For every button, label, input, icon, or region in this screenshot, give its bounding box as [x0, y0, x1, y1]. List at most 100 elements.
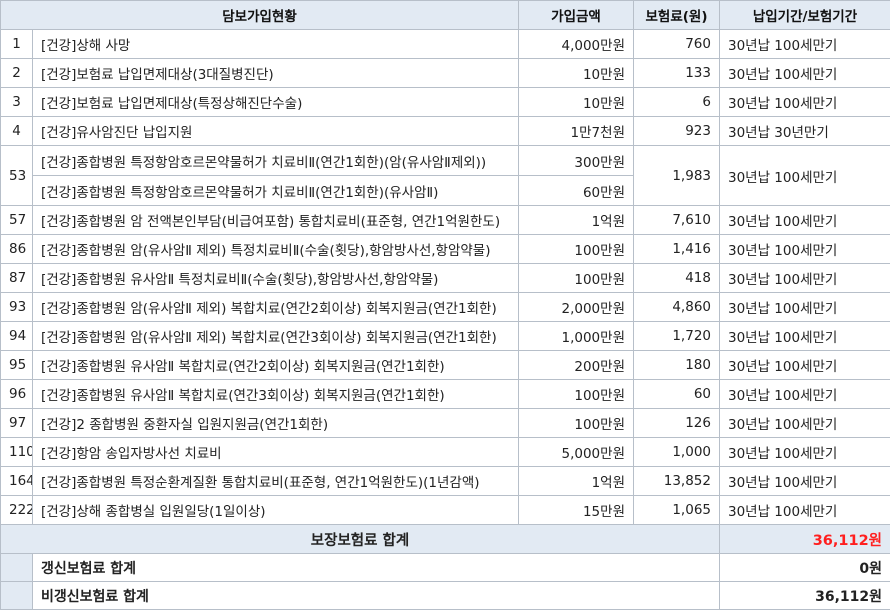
row-number: 222 — [1, 496, 33, 525]
coverage-period: 30년납 100세만기 — [720, 322, 890, 351]
table-row: 97 [건강]2 종합병원 중환자실 입원지원금(연간1회한) 100만원 12… — [1, 409, 890, 438]
row-number: 164 — [1, 467, 33, 496]
coverage-name: [건강]보험료 납입면제대상(3대질병진단) — [33, 59, 519, 88]
table-header-row: 담보가입현황 가입금액 보험료(원) 납입기간/보험기간 — [1, 1, 890, 30]
table-row: 110 [건강]항암 송입자방사선 치료비 5,000만원 1,000 30년납… — [1, 438, 890, 467]
header-premium: 보험료(원) — [634, 1, 720, 30]
renewal-total-label: 갱신보험료 합계 — [33, 554, 720, 582]
coverage-premium: 4,860 — [634, 293, 720, 322]
table-row: 1 [건강]상해 사망 4,000만원 760 30년납 100세만기 — [1, 30, 890, 59]
coverage-name: [건강]종합병원 암 전액본인부담(비급여포함) 통합치료비(표준형, 연간1억… — [33, 206, 519, 235]
coverage-period: 30년납 100세만기 — [720, 438, 890, 467]
row-number: 94 — [1, 322, 33, 351]
coverage-period: 30년납 100세만기 — [720, 380, 890, 409]
coverage-amount: 15만원 — [519, 496, 634, 525]
row-number: 96 — [1, 380, 33, 409]
row-number: 4 — [1, 117, 33, 146]
renewal-total-value: 0원 — [720, 554, 890, 582]
row-number: 3 — [1, 88, 33, 117]
coverage-amount: 60만원 — [519, 176, 634, 206]
table-row: 3 [건강]보험료 납입면제대상(특정상해진단수술) 10만원 6 30년납 1… — [1, 88, 890, 117]
row-number: 1 — [1, 30, 33, 59]
coverage-name: [건강]종합병원 유사암Ⅱ 특정치료비Ⅱ(수술(횟당),항암방사선,항암약물) — [33, 264, 519, 293]
coverage-period: 30년납 100세만기 — [720, 88, 890, 117]
coverage-period: 30년납 100세만기 — [720, 30, 890, 59]
coverage-amount: 200만원 — [519, 351, 634, 380]
table-row: 57 [건강]종합병원 암 전액본인부담(비급여포함) 통합치료비(표준형, 연… — [1, 206, 890, 235]
coverage-name: [건강]유사암진단 납입지원 — [33, 117, 519, 146]
coverage-amount: 300만원 — [519, 146, 634, 176]
table-row: 4 [건강]유사암진단 납입지원 1만7천원 923 30년납 30년만기 — [1, 117, 890, 146]
coverage-amount: 10만원 — [519, 88, 634, 117]
coverage-amount: 100만원 — [519, 409, 634, 438]
coverage-amount: 1만7천원 — [519, 117, 634, 146]
coverage-period: 30년납 100세만기 — [720, 206, 890, 235]
coverage-amount: 100만원 — [519, 380, 634, 409]
coverage-name: [건강]보험료 납입면제대상(특정상해진단수술) — [33, 88, 519, 117]
table-row: 96 [건강]종합병원 유사암Ⅱ 복합치료(연간3회이상) 회복지원금(연간1회… — [1, 380, 890, 409]
coverage-table: 담보가입현황 가입금액 보험료(원) 납입기간/보험기간 1 [건강]상해 사망… — [0, 0, 890, 610]
table-row: 94 [건강]종합병원 암(유사암Ⅱ 제외) 복합치료(연간3회이상) 회복지원… — [1, 322, 890, 351]
coverage-premium: 1,720 — [634, 322, 720, 351]
coverage-name: [건강]종합병원 암(유사암Ⅱ 제외) 특정치료비Ⅱ(수술(횟당),항암방사선,… — [33, 235, 519, 264]
table-row: 53 [건강]종합병원 특정항암호르몬약물허가 치료비Ⅱ(연간1회한)(암(유사… — [1, 146, 890, 176]
coverage-name: [건강]종합병원 암(유사암Ⅱ 제외) 복합치료(연간3회이상) 회복지원금(연… — [33, 322, 519, 351]
coverage-premium: 1,065 — [634, 496, 720, 525]
coverage-amount: 2,000만원 — [519, 293, 634, 322]
table-row: 87 [건강]종합병원 유사암Ⅱ 특정치료비Ⅱ(수술(횟당),항암방사선,항암약… — [1, 264, 890, 293]
coverage-premium: 1,416 — [634, 235, 720, 264]
coverage-premium: 6 — [634, 88, 720, 117]
table-row: 2 [건강]보험료 납입면제대상(3대질병진단) 10만원 133 30년납 1… — [1, 59, 890, 88]
coverage-period: 30년납 100세만기 — [720, 409, 890, 438]
coverage-amount: 100만원 — [519, 235, 634, 264]
coverage-amount: 4,000만원 — [519, 30, 634, 59]
coverage-name: [건강]2 종합병원 중환자실 입원지원금(연간1회한) — [33, 409, 519, 438]
row-number: 93 — [1, 293, 33, 322]
coverage-amount: 10만원 — [519, 59, 634, 88]
coverage-name: [건강]종합병원 유사암Ⅱ 복합치료(연간3회이상) 회복지원금(연간1회한) — [33, 380, 519, 409]
row-number: 87 — [1, 264, 33, 293]
coverage-period: 30년납 100세만기 — [720, 264, 890, 293]
total-label: 보장보험료 합계 — [1, 525, 720, 554]
coverage-amount: 1,000만원 — [519, 322, 634, 351]
coverage-amount: 100만원 — [519, 264, 634, 293]
blank-cell — [1, 582, 33, 610]
coverage-period: 30년납 100세만기 — [720, 496, 890, 525]
table-row: 222 [건강]상해 종합병실 입원일당(1일이상) 15만원 1,065 30… — [1, 496, 890, 525]
table-row: 86 [건강]종합병원 암(유사암Ⅱ 제외) 특정치료비Ⅱ(수술(횟당),항암방… — [1, 235, 890, 264]
row-number: 110 — [1, 438, 33, 467]
coverage-name: [건강]종합병원 유사암Ⅱ 복합치료(연간2회이상) 회복지원금(연간1회한) — [33, 351, 519, 380]
coverage-name: [건강]상해 종합병실 입원일당(1일이상) — [33, 496, 519, 525]
coverage-premium: 1,983 — [634, 146, 720, 206]
header-coverage-title: 담보가입현황 — [1, 1, 519, 30]
nonrenewal-total-label: 비갱신보험료 합계 — [33, 582, 720, 610]
header-amount: 가입금액 — [519, 1, 634, 30]
blank-cell — [1, 554, 33, 582]
row-number: 57 — [1, 206, 33, 235]
coverage-name: [건강]상해 사망 — [33, 30, 519, 59]
row-number: 53 — [1, 146, 33, 206]
row-number: 95 — [1, 351, 33, 380]
coverage-period: 30년납 30년만기 — [720, 117, 890, 146]
coverage-period: 30년납 100세만기 — [720, 59, 890, 88]
coverage-premium: 7,610 — [634, 206, 720, 235]
coverage-amount: 1억원 — [519, 467, 634, 496]
nonrenewal-total-row: 비갱신보험료 합계 36,112원 — [1, 582, 890, 610]
coverage-name: [건강]종합병원 특정항암호르몬약물허가 치료비Ⅱ(연간1회한)(유사암Ⅱ) — [33, 176, 519, 206]
coverage-name: [건강]종합병원 특정순환계질환 통합치료비(표준형, 연간1억원한도)(1년감… — [33, 467, 519, 496]
table-row: 164 [건강]종합병원 특정순환계질환 통합치료비(표준형, 연간1억원한도)… — [1, 467, 890, 496]
coverage-premium: 13,852 — [634, 467, 720, 496]
coverage-premium: 133 — [634, 59, 720, 88]
table-row: 95 [건강]종합병원 유사암Ⅱ 복합치료(연간2회이상) 회복지원금(연간1회… — [1, 351, 890, 380]
renewal-total-row: 갱신보험료 합계 0원 — [1, 554, 890, 582]
coverage-premium: 126 — [634, 409, 720, 438]
header-period: 납입기간/보험기간 — [720, 1, 890, 30]
total-value: 36,112원 — [720, 525, 890, 554]
coverage-name: [건강]종합병원 특정항암호르몬약물허가 치료비Ⅱ(연간1회한)(암(유사암Ⅱ제… — [33, 146, 519, 176]
coverage-name: [건강]종합병원 암(유사암Ⅱ 제외) 복합치료(연간2회이상) 회복지원금(연… — [33, 293, 519, 322]
row-number: 86 — [1, 235, 33, 264]
row-number: 2 — [1, 59, 33, 88]
coverage-period: 30년납 100세만기 — [720, 235, 890, 264]
coverage-amount: 5,000만원 — [519, 438, 634, 467]
total-row: 보장보험료 합계 36,112원 — [1, 525, 890, 554]
